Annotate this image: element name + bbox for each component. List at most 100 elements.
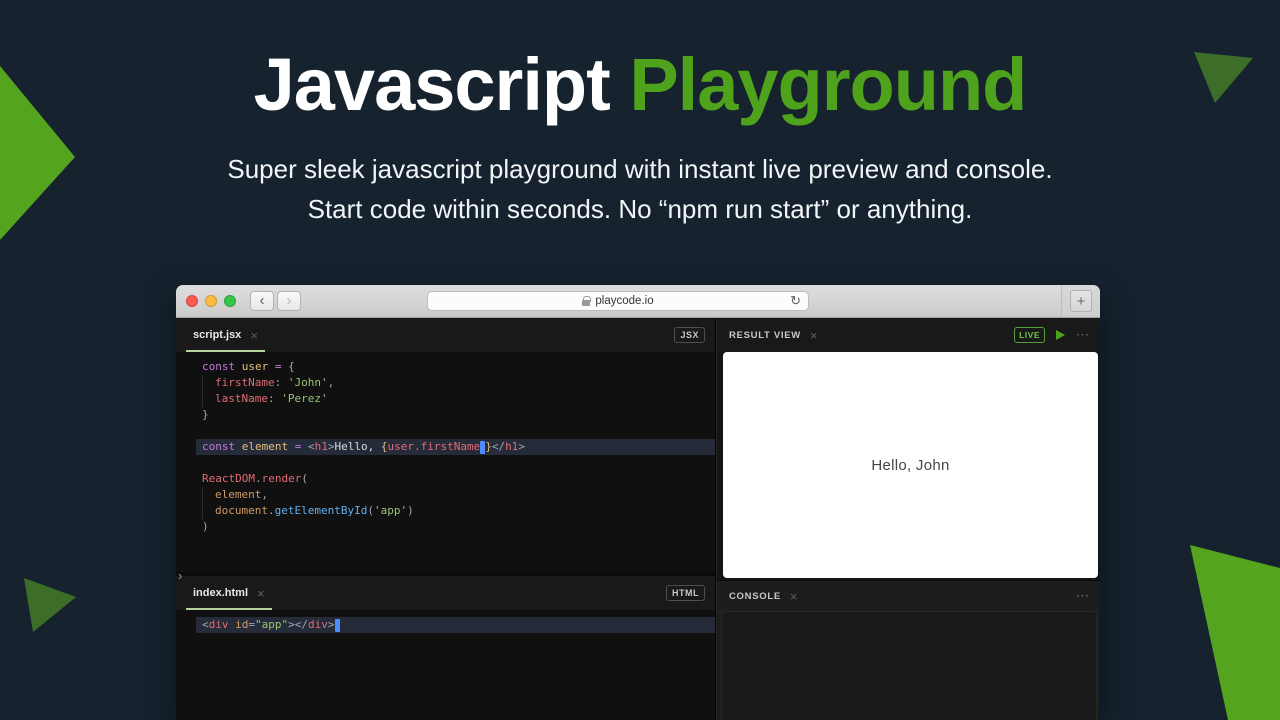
- code-token: element: [242, 440, 288, 453]
- run-icon[interactable]: [1056, 330, 1065, 340]
- editors-pane: script.jsx × JSX const user = {firstName…: [176, 318, 716, 720]
- code-token: <: [202, 618, 209, 631]
- browser-toolbar: ‹ › playcode.io ↻ +: [176, 285, 1100, 318]
- result-view-title: RESULT VIEW: [729, 330, 801, 341]
- result-view-content: Hello, John: [717, 352, 1100, 580]
- code-line[interactable]: [196, 423, 715, 439]
- code-token: .: [255, 472, 262, 485]
- console-panel: CONSOLE × ⋯: [717, 580, 1100, 720]
- tab-script-jsx[interactable]: script.jsx ×: [186, 318, 265, 352]
- chevron-right-icon[interactable]: ›: [178, 568, 182, 583]
- close-window-button[interactable]: [186, 295, 198, 307]
- code-token: firstName: [215, 376, 275, 389]
- app-content: script.jsx × JSX const user = {firstName…: [176, 318, 1100, 720]
- code-line[interactable]: [196, 455, 715, 471]
- console-title: CONSOLE: [729, 591, 781, 602]
- code-line[interactable]: firstName: 'John',: [196, 375, 715, 391]
- code-token: ,: [261, 488, 268, 501]
- code-token: h1: [505, 440, 518, 453]
- back-icon: ‹: [260, 293, 265, 308]
- code-token: >: [518, 440, 525, 453]
- code-token: id: [235, 618, 248, 631]
- tab-index-html-label: index.html: [193, 587, 248, 599]
- code-token: ): [202, 520, 209, 533]
- back-button[interactable]: ‹: [250, 291, 274, 311]
- code-line[interactable]: lastName: 'Perez': [196, 391, 715, 407]
- console-output[interactable]: [721, 611, 1097, 720]
- code-token: =: [268, 360, 288, 373]
- code-token: h1: [315, 440, 328, 453]
- tab-script-jsx-label: script.jsx: [193, 329, 241, 341]
- code-line[interactable]: const user = {: [196, 359, 715, 375]
- close-icon[interactable]: ×: [790, 590, 798, 603]
- jsx-language-badge: JSX: [674, 327, 705, 343]
- code-token: const: [202, 360, 242, 373]
- result-view-header: RESULT VIEW × LIVE ⋯: [717, 318, 1100, 352]
- html-code-editor[interactable]: <div id="app"></div>: [176, 610, 715, 720]
- code-token: >: [328, 618, 335, 631]
- address-bar[interactable]: playcode.io ↻: [427, 291, 809, 311]
- refresh-icon[interactable]: ↻: [790, 293, 801, 309]
- subtitle-line-1: Super sleek javascript playground with i…: [0, 149, 1280, 189]
- code-token: =: [288, 440, 308, 453]
- code-line[interactable]: document.getElementById('app'): [196, 503, 715, 519]
- code-token: =: [248, 618, 255, 631]
- code-token: getElementById: [275, 504, 368, 517]
- code-token: </: [492, 440, 505, 453]
- code-token: 'Perez': [281, 392, 327, 405]
- text-cursor: [335, 619, 340, 632]
- code-token: [202, 487, 215, 503]
- live-badge: LIVE: [1014, 327, 1045, 343]
- zoom-window-button[interactable]: [224, 295, 236, 307]
- jsx-editor-panel: script.jsx × JSX const user = {firstName…: [176, 318, 715, 576]
- code-token: div: [308, 618, 328, 631]
- code-line[interactable]: ): [196, 519, 715, 535]
- page: Javascript Playground Super sleek javasc…: [0, 0, 1280, 720]
- code-line[interactable]: <div id="app"></div>: [196, 617, 715, 633]
- code-line[interactable]: ReactDOM.render(: [196, 471, 715, 487]
- close-icon[interactable]: ×: [257, 587, 265, 600]
- decor-triangle-bottom-right: [1190, 545, 1280, 720]
- code-token: user: [242, 360, 269, 373]
- forward-button[interactable]: ›: [277, 291, 301, 311]
- code-token: :: [275, 376, 288, 389]
- page-title: Javascript Playground: [0, 42, 1280, 127]
- forward-icon: ›: [287, 293, 292, 308]
- code-token: render: [262, 472, 302, 485]
- code-token: 'John': [288, 376, 328, 389]
- code-token: lastName: [215, 392, 268, 405]
- tab-index-html[interactable]: index.html ×: [186, 576, 272, 610]
- page-title-green: Playground: [629, 43, 1026, 126]
- code-token: [202, 503, 215, 519]
- code-token: const: [202, 440, 242, 453]
- close-icon[interactable]: ×: [810, 329, 818, 342]
- console-header: CONSOLE × ⋯: [717, 581, 1100, 611]
- hero: Javascript Playground Super sleek javasc…: [0, 42, 1280, 229]
- jsx-code-editor[interactable]: const user = {firstName: 'John',lastName…: [176, 352, 715, 572]
- minimize-window-button[interactable]: [205, 295, 217, 307]
- browser-window: ‹ › playcode.io ↻ + script.jsx ×: [176, 285, 1100, 720]
- close-icon[interactable]: ×: [250, 329, 258, 342]
- page-subtitle: Super sleek javascript playground with i…: [0, 149, 1280, 229]
- code-token: user.firstName: [387, 440, 480, 453]
- code-token: (: [367, 504, 374, 517]
- code-token: div: [209, 618, 229, 631]
- url-text: playcode.io: [595, 295, 653, 307]
- code-token: Hello,: [334, 440, 380, 453]
- jsx-tabbar: script.jsx × JSX: [176, 318, 715, 352]
- code-token: >: [288, 618, 295, 631]
- code-token: ): [407, 504, 414, 517]
- output-pane: RESULT VIEW × LIVE ⋯ Hello, John: [716, 318, 1100, 720]
- result-view-panel: RESULT VIEW × LIVE ⋯ Hello, John: [717, 318, 1100, 580]
- code-line[interactable]: element,: [196, 487, 715, 503]
- code-token: [202, 391, 215, 407]
- preview-output-text: Hello, John: [871, 457, 949, 474]
- code-token: :: [268, 392, 281, 405]
- new-tab-button[interactable]: +: [1070, 290, 1092, 312]
- code-token: 'app': [374, 504, 407, 517]
- code-line[interactable]: const element = <h1>Hello, {user.firstNa…: [196, 439, 715, 455]
- code-line[interactable]: }: [196, 407, 715, 423]
- decor-triangle-bottom-left: [24, 578, 76, 632]
- tab-strip: +: [1061, 285, 1100, 317]
- live-preview: Hello, John: [723, 352, 1098, 578]
